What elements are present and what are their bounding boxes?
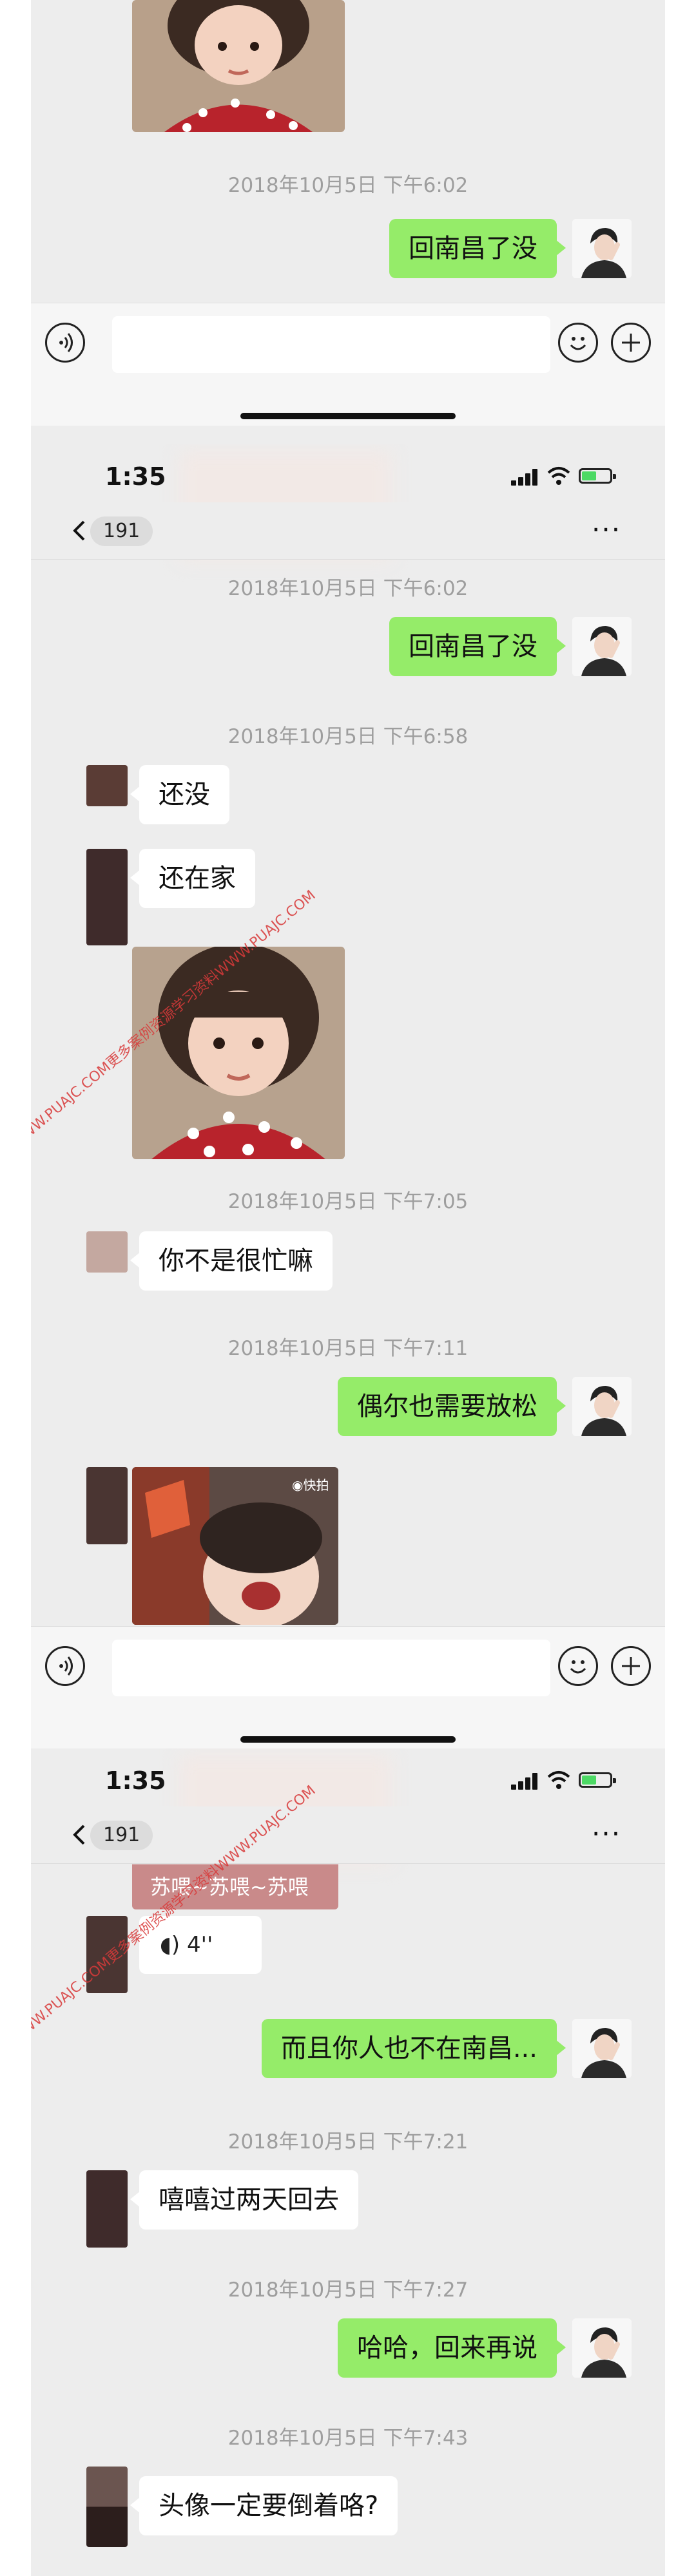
voice-icon: ◖) [160,1932,180,1958]
message-bubble-received[interactable]: 嘻嘻过两天回去 [130,2170,358,2230]
avatar-contact[interactable] [86,765,128,806]
timestamp: 2018年10月5日 下午7:27 [227,2278,469,2302]
message-bubble-sent[interactable]: 回南昌了没 [389,219,566,278]
chat-input-bar [31,1626,665,1748]
message-bubble-received[interactable]: 还没 [130,765,229,824]
signal-icon [511,1773,539,1790]
timestamp: 2018年10月5日 下午6:58 [227,725,469,748]
plus-icon [622,334,640,352]
timestamp: 2018年10月5日 下午7:11 [227,1337,469,1360]
chat-input-bar [31,303,665,426]
gif-message-image[interactable]: ◉快拍 [132,1467,338,1625]
chat-screen-segment-3: 1:35 191 ··· 苏喂~苏喂~苏喂 ◖) 4'' 而且你人也不在南昌..… [31,1748,665,2576]
chat-nav-bar: 191 ··· [31,1806,665,1864]
signal-icon [511,469,539,486]
message-bubble-received[interactable]: 你不是很忙嘛 [130,1231,333,1291]
wifi-icon [547,467,570,485]
plus-icon [622,1657,640,1675]
avatar-contact[interactable] [86,2170,128,2248]
emoji-button[interactable] [558,323,598,363]
emoji-button[interactable] [558,1646,598,1686]
more-icon[interactable]: ··· [592,516,621,544]
timestamp: 2018年10月5日 下午7:05 [227,1190,469,1213]
message-text-input[interactable] [112,316,550,373]
avatar-me[interactable] [572,2019,632,2078]
emoji-icon [570,1660,586,1674]
voice-input-button[interactable] [45,323,85,363]
avatar-me[interactable] [572,617,632,676]
voice-icon [59,333,73,352]
status-time: 1:35 [105,1766,166,1795]
voice-icon [59,1656,73,1676]
more-functions-button[interactable] [611,1646,651,1686]
chat-nav-bar: 191 ··· [31,502,665,560]
avatar-contact[interactable] [86,1467,128,1544]
message-bubble-sent[interactable]: 而且你人也不在南昌... [261,2019,566,2078]
message-bubble-sent[interactable]: 哈哈，回来再说 [338,2318,566,2378]
gif-source-tag: ◉快拍 [292,1477,329,1493]
timestamp: 2018年10月5日 下午7:43 [227,2427,469,2450]
avatar-contact[interactable] [86,2467,128,2547]
unread-count-badge[interactable]: 191 [90,516,153,546]
unread-count-badge[interactable]: 191 [90,1821,153,1850]
battery-icon [579,1772,616,1788]
voice-input-button[interactable] [45,1646,85,1686]
sticker-girl-image[interactable] [132,0,345,132]
avatar-me[interactable] [572,1377,632,1436]
message-bubble-sent[interactable]: 回南昌了没 [389,617,566,676]
timestamp: 2018年10月5日 下午7:21 [227,2130,469,2154]
wifi-icon [547,1771,570,1789]
home-indicator[interactable] [240,1736,456,1743]
avatar-contact[interactable] [86,849,128,945]
voice-duration: 4'' [187,1932,213,1958]
avatar-contact[interactable] [86,1231,128,1273]
battery-icon [579,468,616,484]
chat-screen-segment-2: 1:35 191 ··· 2018年10月5日 下午6:02 回南昌了没 201… [31,444,665,1748]
message-bubble-sent[interactable]: 偶尔也需要放松 [338,1377,566,1436]
sticker-girl-image[interactable] [132,947,345,1159]
message-bubble-received[interactable]: 还在家 [130,849,255,908]
status-time: 1:35 [105,462,166,491]
message-text-input[interactable] [112,1640,550,1696]
home-indicator[interactable] [240,413,456,419]
timestamp: 2018年10月5日 下午6:02 [227,174,469,197]
more-functions-button[interactable] [611,323,651,363]
timestamp: 2018年10月5日 下午6:02 [227,577,469,600]
chat-screen-segment-1: 2018年10月5日 下午6:02 回南昌了没 [31,0,665,444]
more-icon[interactable]: ··· [592,1821,621,1848]
avatar-me[interactable] [572,219,632,278]
emoji-icon [570,337,586,350]
avatar-me[interactable] [572,2318,632,2378]
message-bubble-received[interactable]: 头像一定要倒着咯? [130,2476,398,2535]
